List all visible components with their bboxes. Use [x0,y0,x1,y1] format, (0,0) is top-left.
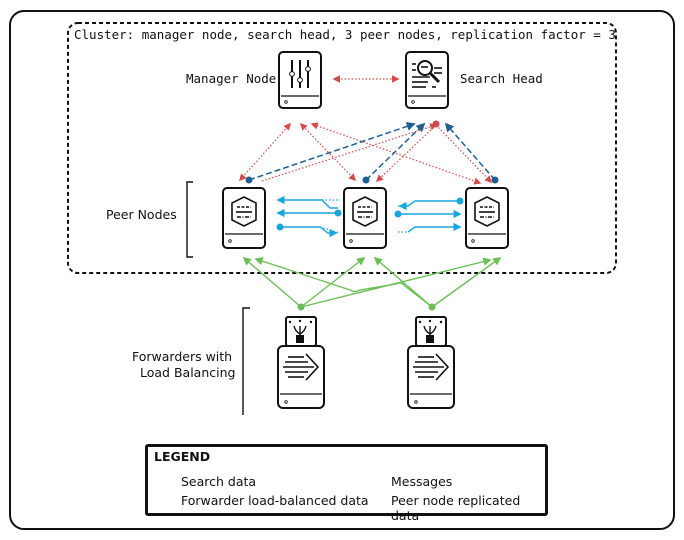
search-data-arrow [248,122,416,181]
forwarder-arrows [242,256,502,308]
manager-node[interactable] [278,51,322,109]
replication-arrow [276,195,338,209]
peer-node-2[interactable] [343,187,387,249]
legend-title: LEGEND [154,449,211,464]
search-data-arrows [248,122,496,181]
manager-node-label: Manager Node [186,71,277,86]
peer-nodes-bracket [186,181,193,258]
legend-item-search: Search data [181,474,257,489]
sliders-icon [289,60,311,88]
search-data-dot [491,176,499,184]
forwarder-arrow [242,256,302,308]
search-data-arrow [365,122,426,181]
forwarder-arrow [254,257,433,308]
message-arrow [261,123,438,182]
peer-node-3[interactable] [465,187,509,249]
search-head-node[interactable] [405,51,449,109]
replication-dot [456,197,464,205]
forwarder-dot [428,303,436,311]
replication-arrow [407,222,462,233]
message-arrow [239,122,291,182]
cluster-boundary [67,22,617,274]
forwarder-dot [297,303,305,311]
message-origin-dot [432,120,440,128]
replication-dot [394,210,402,218]
message-arrow [300,122,356,182]
search-head-label: Search Head [460,71,543,86]
message-arrows [239,122,492,185]
forwarder-1[interactable] [277,316,325,409]
message-arrow [435,124,492,184]
replication-dot [276,223,284,231]
message-arrow [310,122,482,185]
search-data-dot [362,176,370,184]
legend-item-messages: Messages [391,474,453,489]
legend-item-replication: Peer node replicated data [391,493,521,523]
search-data-dot [245,176,253,184]
forwarder-arrow [373,256,433,308]
replication-dot [334,209,342,217]
peer-nodes-label: Peer Nodes [106,207,177,222]
legend: LEGEND Search data Messages Forwarder lo… [145,444,548,523]
cluster-caption: Cluster: manager node, search head, 3 pe… [74,27,616,42]
replication-arrow [398,200,460,211]
forwarders-label-line2: Load Balancing [140,365,236,380]
forwarder-2[interactable] [407,316,455,409]
forwarders-bracket [242,307,250,415]
search-data-arrow [444,122,496,181]
peer-node-1[interactable] [222,187,266,249]
forwarders-label-line1: Forwarders with [132,349,233,364]
replication-arrow [280,226,338,238]
legend-item-forwarder: Forwarder load-balanced data [181,493,369,508]
